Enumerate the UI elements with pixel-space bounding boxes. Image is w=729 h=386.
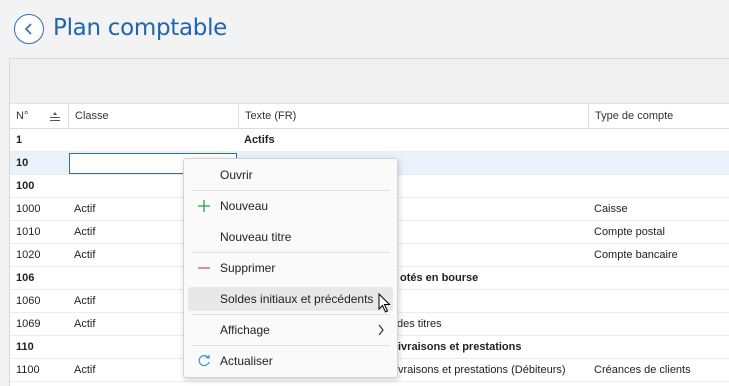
cell-no: 10	[16, 157, 29, 169]
plus-icon	[198, 200, 210, 212]
table-row[interactable]: 1 Actifs	[10, 129, 729, 152]
menu-item-delete[interactable]: Supprimer	[188, 256, 393, 280]
cell-no: 1	[16, 134, 23, 146]
menu-item-label: Actualiser	[220, 354, 273, 368]
cell-type	[588, 152, 729, 174]
menu-item-new[interactable]: Nouveau	[188, 194, 393, 218]
menu-item-label: Nouveau	[220, 199, 269, 213]
app-window: Plan comptable N° Classe Texte (FR) Type…	[0, 0, 729, 386]
menu-item-new-title[interactable]: Nouveau titre	[188, 225, 393, 249]
minus-icon	[198, 267, 210, 269]
cell-texte: Actifs	[244, 134, 275, 146]
cell-no: 1020	[16, 249, 41, 261]
cell-no: 1069	[16, 318, 41, 330]
cell-type	[588, 267, 729, 289]
cell-type	[588, 313, 729, 335]
menu-item-label: Ouvrir	[220, 168, 253, 182]
cell-type	[588, 336, 729, 358]
cell-no: 110	[16, 341, 34, 353]
page-header: Plan comptable	[0, 0, 729, 56]
chevron-left-icon	[24, 23, 32, 35]
sort-ascending-icon[interactable]	[50, 112, 60, 121]
cell-type: Compte postal	[594, 226, 665, 238]
menu-item-refresh[interactable]: Actualiser	[188, 349, 393, 373]
cell-type	[588, 175, 729, 197]
cell-type: Créances de clients	[594, 364, 691, 376]
cell-type: Compte bancaire	[594, 249, 678, 261]
menu-separator	[192, 190, 390, 191]
menu-separator	[192, 314, 390, 315]
toolbar	[10, 59, 729, 104]
column-header-type[interactable]: Type de compte	[588, 104, 729, 128]
cell-no: 1060	[16, 295, 41, 307]
chevron-right-icon	[378, 324, 384, 336]
menu-item-label: Affichage	[220, 323, 270, 337]
cell-no: 1000	[16, 203, 41, 215]
menu-item-label: Soldes initiaux et précédents	[220, 292, 374, 306]
menu-separator	[192, 345, 390, 346]
cell-no: 100	[16, 180, 35, 192]
menu-item-display[interactable]: Affichage	[188, 318, 393, 342]
menu-item-balances[interactable]: Soldes initiaux et précédents	[188, 287, 393, 311]
menu-item-open[interactable]: Ouvrir	[188, 163, 393, 187]
cell-type	[588, 290, 729, 312]
cell-classe	[68, 129, 238, 151]
context-menu: Ouvrir Nouveau Nouveau titre Supprimer S…	[183, 158, 398, 378]
column-header-classe[interactable]: Classe	[68, 104, 238, 128]
page-title: Plan comptable	[53, 15, 228, 41]
table-header-row: N° Classe Texte (FR) Type de compte	[10, 104, 729, 129]
cell-no: 1100	[16, 364, 40, 376]
menu-separator	[192, 252, 390, 253]
cell-type	[588, 129, 729, 151]
mouse-cursor-icon	[378, 293, 391, 313]
column-header-texte[interactable]: Texte (FR)	[238, 104, 588, 128]
refresh-icon	[198, 354, 210, 367]
menu-item-label: Supprimer	[220, 261, 276, 275]
menu-item-label: Nouveau titre	[220, 230, 292, 244]
cell-no: 106	[16, 272, 35, 284]
cell-no: 1010	[16, 226, 41, 238]
back-button[interactable]	[14, 14, 44, 44]
cell-type: Caisse	[594, 203, 628, 215]
